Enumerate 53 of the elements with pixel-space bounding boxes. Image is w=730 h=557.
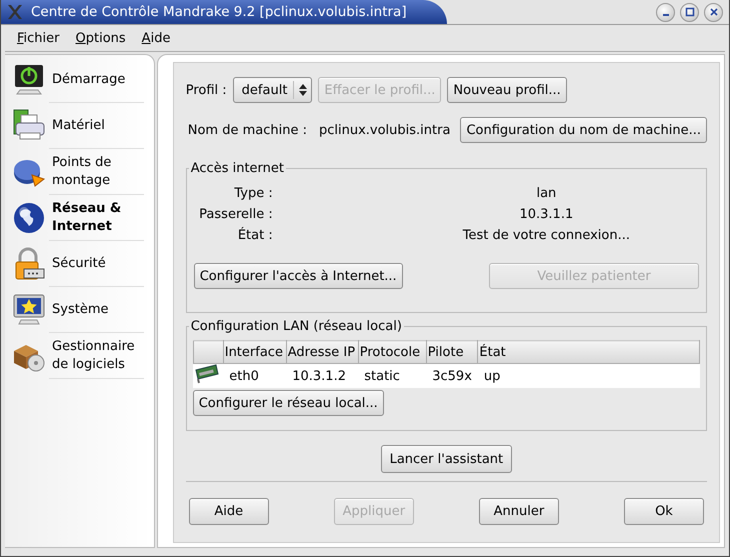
table-cell: 3c59x [426,364,478,388]
button[interactable]: Lancer l'assistant [380,445,512,473]
button[interactable]: Configurer le réseau local... [192,390,384,416]
menu-item[interactable]: Options [68,28,134,48]
column-header[interactable]: Adresse IP [286,340,358,364]
field-label: État : [238,228,273,243]
menu-item[interactable]: Aide [134,28,178,48]
field-value: Test de votre connexion... [462,228,630,243]
sidebar-item[interactable]: Matériel [5,103,154,149]
sidebar-item[interactable]: Gestionnaire de logiciels [5,333,154,379]
close-icon [708,6,720,18]
profile-dropdown[interactable]: default [232,77,312,103]
button[interactable]: Ok [624,498,704,525]
column-header[interactable]: Pilote [426,340,478,364]
sidebar-item[interactable]: Sécurité [5,241,154,287]
column-header[interactable]: État [478,340,700,364]
monitor-icon [12,293,46,327]
hostname-value: pclinux.volubis.intra [318,122,450,138]
profile-label: Profil : [186,82,227,98]
button[interactable]: Annuler [478,498,559,525]
field-value: 10.3.1.1 [518,207,574,222]
group-title: Accès internet [190,161,285,176]
power-icon [12,63,46,97]
close-button[interactable] [704,2,723,22]
field-value: lan [535,186,556,201]
table-cell: static [358,364,426,388]
field-label: Passerelle : [199,207,273,222]
x-logo-icon [7,4,23,20]
minimize-icon [662,14,668,16]
table-cell: eth0 [223,364,286,388]
menu-item[interactable]: Fichier [9,28,68,48]
spinner-arrows-icon[interactable] [293,81,310,99]
button[interactable]: Configurer l'accès à Internet... [194,263,403,289]
network-card-icon [193,364,222,384]
field-label: Type : [234,186,273,201]
button[interactable]: Nouveau profil... [447,77,567,103]
table-cell: up [478,364,700,388]
window-title: Centre de Contrôle Mandrake 9.2 [pclinux.volubis.intra] [31,4,407,20]
sidebar-item[interactable]: Réseau & Internet [5,195,154,241]
column-header[interactable]: Interface [223,340,286,364]
maximize-icon [684,6,696,18]
column-header[interactable]: Protocole [358,340,426,364]
table-cell: 10.3.1.2 [286,364,358,388]
sidebar-item[interactable]: Points de montage [5,149,154,195]
globe-icon [12,201,46,235]
group-title: Configuration LAN (réseau local) [190,319,403,334]
minimize-button[interactable] [656,2,675,22]
button[interactable]: Aide [188,498,269,525]
maximize-button[interactable] [680,2,699,22]
sidebar-item[interactable]: Système [5,287,154,333]
sidebar-item[interactable]: Démarrage [5,57,154,103]
hostname-label: Nom de machine : [188,122,307,138]
button[interactable]: Configuration du nom de machine... [460,117,707,143]
